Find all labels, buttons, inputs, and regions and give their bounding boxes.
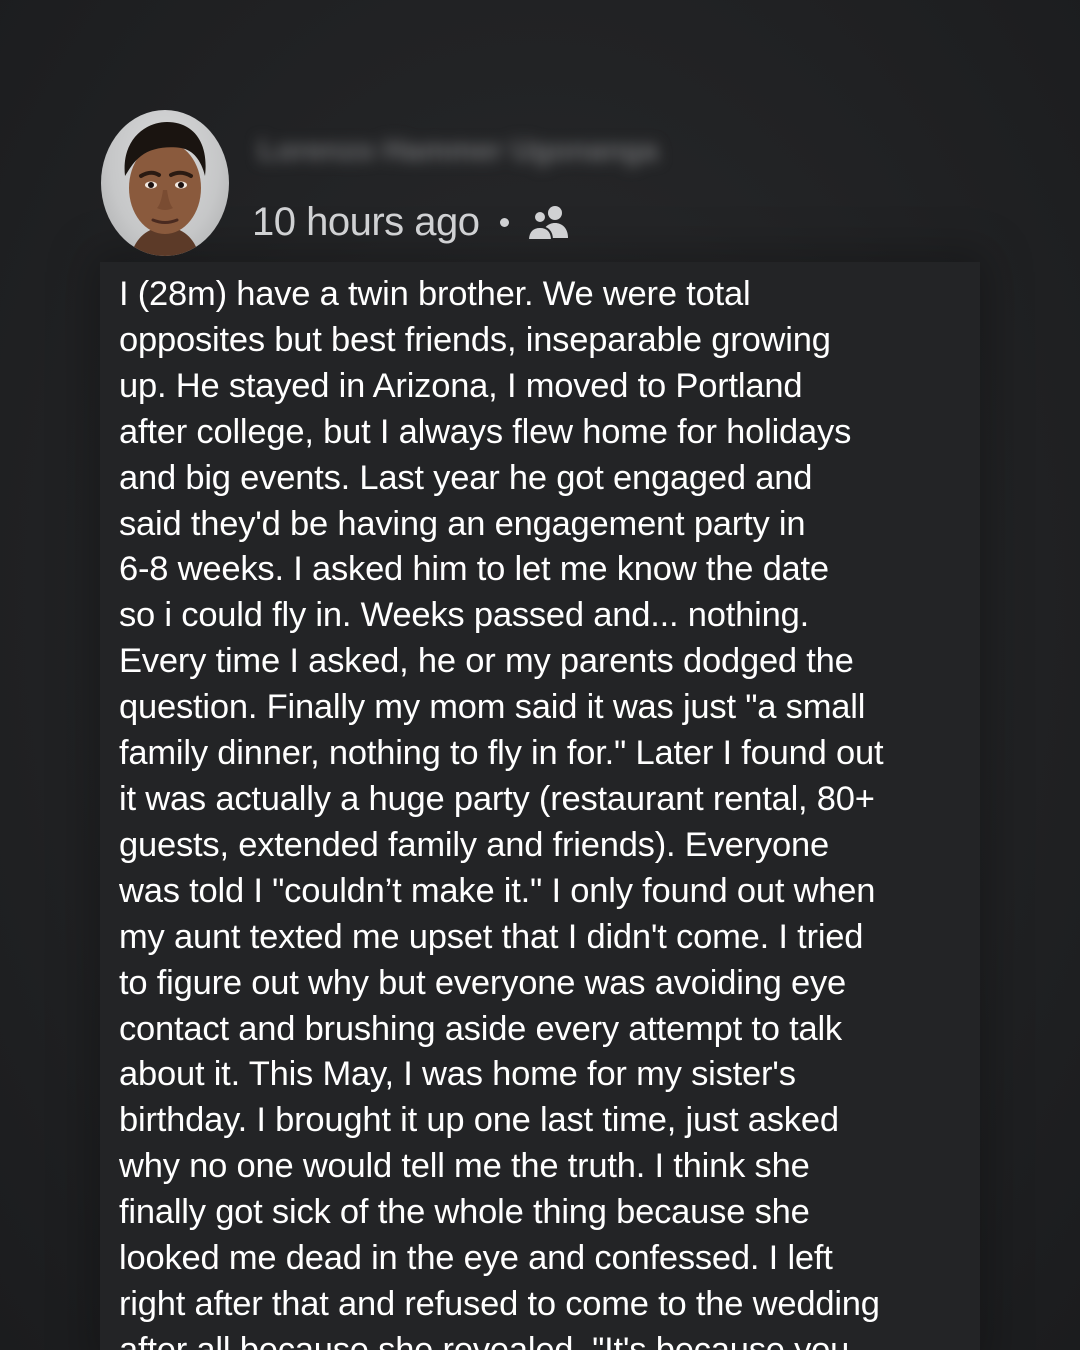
post-timestamp[interactable]: 10 hours ago (252, 200, 480, 245)
post-text-line: after all because she revealed, "It's be… (119, 1330, 850, 1350)
post-text-line: about it. This May, I was home for my si… (119, 1055, 796, 1094)
post-text-line: and big events. Last year he got engaged… (119, 458, 813, 497)
post-text-line: right after that and refused to come to … (119, 1284, 880, 1323)
post-text-line: Every time I asked, he or my parents dod… (119, 642, 854, 681)
post-text-line: my aunt texted me upset that I didn't co… (119, 917, 864, 956)
post-text-line: to figure out why but everyone was avoid… (119, 963, 847, 1002)
post-text-line: I (28m) have a twin brother. We were tot… (119, 275, 751, 313)
post-body: I (28m) have a twin brother. We were tot… (119, 272, 999, 1350)
post-text-line: looked me dead in the eye and confessed.… (119, 1239, 833, 1278)
post-text-line: so i could fly in. Weeks passed and... n… (119, 596, 809, 635)
post-text-line: opposites but best friends, inseparable … (119, 320, 831, 359)
post-text-line: contact and brushing aside every attempt… (119, 1009, 842, 1048)
post-text-line: why no one would tell me the truth. I th… (119, 1147, 810, 1186)
post-text-line: after college, but I always flew home fo… (119, 412, 852, 451)
post-text-line: was told I "couldn’t make it." I only fo… (119, 871, 876, 910)
post-meta: 10 hours ago (252, 198, 573, 246)
post-text-line: said they'd be having an engagement part… (119, 504, 806, 543)
post-text-line: finally got sick of the whole thing beca… (119, 1193, 810, 1232)
post-text-line: it was actually a huge party (restaurant… (119, 779, 875, 818)
post-text-line: question. Finally my mom said it was jus… (119, 688, 866, 727)
post-text-line: guests, extended family and friends). Ev… (119, 825, 829, 864)
author-name[interactable]: Lorenzo Hammer Ugonanga (258, 134, 658, 168)
post-text-line: up. He stayed in Arizona, I moved to Por… (119, 366, 803, 405)
friends-icon[interactable] (525, 202, 573, 242)
meta-separator-dot (499, 217, 509, 227)
post-text-line: family dinner, nothing to fly in for." L… (119, 734, 884, 773)
avatar[interactable] (101, 110, 229, 256)
post-text-line: 6-8 weeks. I asked him to let me know th… (119, 550, 829, 589)
avatar-photo (124, 122, 206, 256)
post-text-line: birthday. I brought it up one last time,… (119, 1101, 839, 1140)
